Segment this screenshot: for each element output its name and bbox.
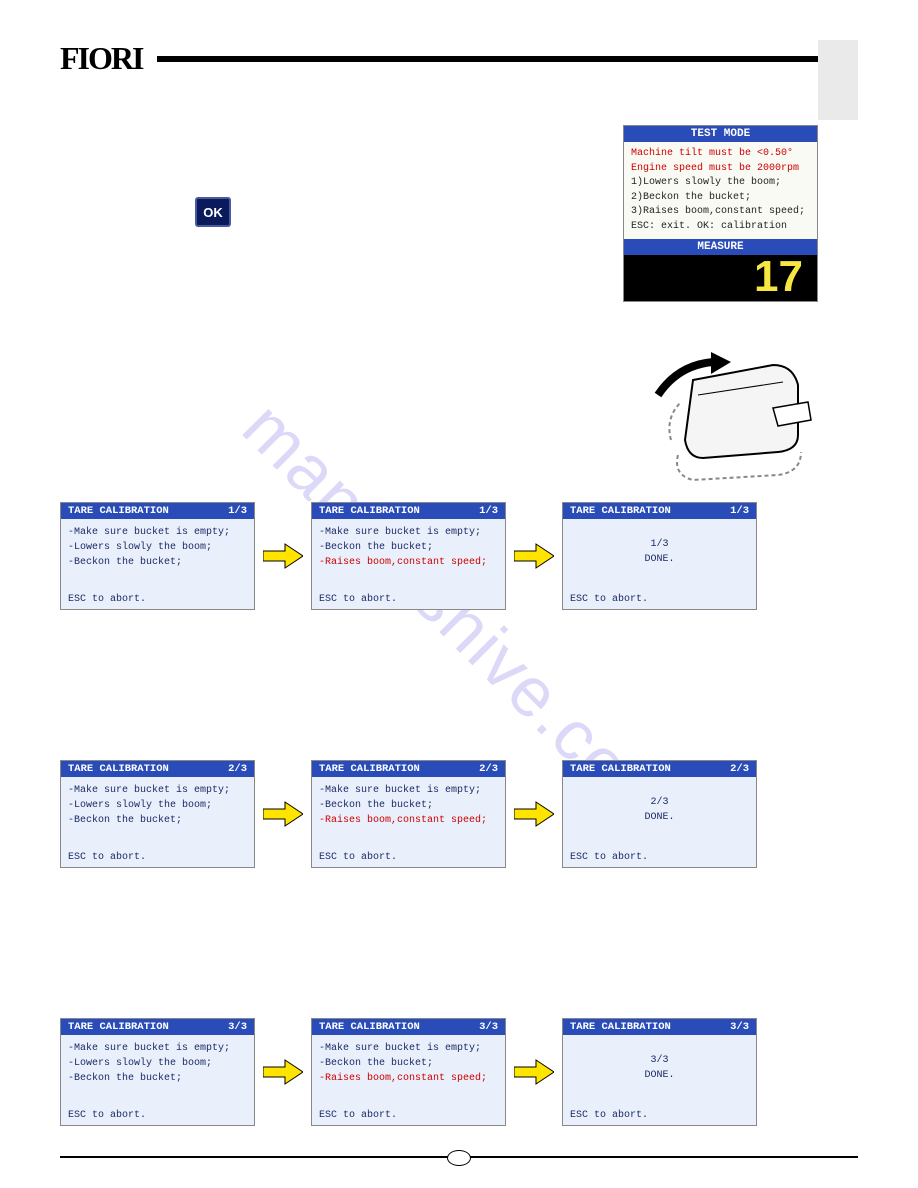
tare-screen: TARE CALIBRATION 2/3 2/3 DONE. ESC to abo…: [562, 760, 757, 868]
ts-line: -Beckon the bucket;: [68, 813, 247, 828]
ts-line: -Make sure bucket is empty;: [68, 1041, 247, 1056]
arrow-right-icon: [514, 801, 554, 827]
ts-title: TARE CALIBRATION: [319, 763, 420, 775]
tare-screen: TARE CALIBRATION 2/3 -Make sure bucket is…: [60, 760, 255, 868]
ts-center-line: 1/3: [570, 537, 749, 552]
tare-screen: TARE CALIBRATION 2/3 -Make sure bucket is…: [311, 760, 506, 868]
ts-title: TARE CALIBRATION: [68, 763, 169, 775]
ts-line: -Lowers slowly the boom;: [68, 540, 247, 555]
ts-line: -Beckon the bucket;: [68, 1071, 247, 1086]
ts-badge: 3/3: [730, 1021, 749, 1033]
ts-footer: ESC to abort.: [68, 852, 146, 863]
ts-line: -Raises boom,constant speed;: [319, 813, 498, 828]
ts-footer: ESC to abort.: [68, 1110, 146, 1121]
ts-badge: 2/3: [479, 763, 498, 775]
tare-section: TARE CALIBRATION 1/3 -Make sure bucket is…: [60, 502, 858, 1126]
tare-screen: TARE CALIBRATION 3/3 -Make sure bucket is…: [311, 1018, 506, 1126]
arrow-right-icon: [263, 1059, 303, 1085]
ts-badge: 1/3: [730, 505, 749, 517]
tare-screen: TARE CALIBRATION 3/3 3/3 DONE. ESC to abo…: [562, 1018, 757, 1126]
tare-row-3: TARE CALIBRATION 3/3 -Make sure bucket is…: [60, 1018, 858, 1126]
header-rule: [157, 56, 858, 62]
ts-center-line: DONE.: [570, 552, 749, 567]
ts-footer: ESC to abort.: [319, 1110, 397, 1121]
tare-row-2: TARE CALIBRATION 2/3 -Make sure bucket is…: [60, 760, 858, 868]
arrow-right-icon: [514, 1059, 554, 1085]
ts-title: TARE CALIBRATION: [319, 1021, 420, 1033]
brand-logo: FIORI: [60, 40, 142, 77]
ts-footer: ESC to abort.: [319, 852, 397, 863]
tm-line: 3)Raises boom,constant speed;: [631, 205, 810, 220]
ts-badge: 3/3: [479, 1021, 498, 1033]
tm-line: Engine speed must be 2000rpm: [631, 162, 810, 177]
tare-screen: TARE CALIBRATION 1/3 -Make sure bucket is…: [311, 502, 506, 610]
ts-badge: 1/3: [479, 505, 498, 517]
ok-button-icon: OK: [195, 197, 231, 227]
tare-screen: TARE CALIBRATION 1/3 -Make sure bucket is…: [60, 502, 255, 610]
ts-line: -Raises boom,constant speed;: [319, 555, 498, 570]
ts-line: -Make sure bucket is empty;: [319, 783, 498, 798]
test-mode-title: TEST MODE: [624, 126, 817, 142]
ts-title: TARE CALIBRATION: [68, 505, 169, 517]
ts-badge: 1/3: [228, 505, 247, 517]
ts-title: TARE CALIBRATION: [570, 505, 671, 517]
ts-center-line: 3/3: [570, 1053, 749, 1068]
ts-line: -Beckon the bucket;: [319, 798, 498, 813]
ts-line: -Raises boom,constant speed;: [319, 1071, 498, 1086]
ts-title: TARE CALIBRATION: [570, 1021, 671, 1033]
ts-line: -Lowers slowly the boom;: [68, 798, 247, 813]
tm-line: Machine tilt must be <0.50°: [631, 147, 810, 162]
ts-line: -Beckon the bucket;: [319, 540, 498, 555]
tare-screen: TARE CALIBRATION 3/3 -Make sure bucket is…: [60, 1018, 255, 1126]
ts-footer: ESC to abort.: [570, 1110, 648, 1121]
ts-badge: 2/3: [730, 763, 749, 775]
tare-screen: TARE CALIBRATION 1/3 1/3 DONE. ESC to abo…: [562, 502, 757, 610]
ts-badge: 3/3: [228, 1021, 247, 1033]
tm-line: ESC: exit. OK: calibration: [631, 220, 810, 235]
ts-footer: ESC to abort.: [68, 594, 146, 605]
footer-rule: [60, 1156, 858, 1158]
ts-title: TARE CALIBRATION: [319, 505, 420, 517]
arrow-right-icon: [514, 543, 554, 569]
page-footer: [60, 1156, 858, 1158]
test-mode-screen: TEST MODE Machine tilt must be <0.50° En…: [623, 125, 818, 302]
ts-badge: 2/3: [228, 763, 247, 775]
page-edge-tab: [818, 40, 858, 120]
ts-center-line: 2/3: [570, 795, 749, 810]
tm-line: 1)Lowers slowly the boom;: [631, 176, 810, 191]
tare-row-1: TARE CALIBRATION 1/3 -Make sure bucket is…: [60, 502, 858, 610]
ts-footer: ESC to abort.: [570, 594, 648, 605]
ts-center-line: DONE.: [570, 810, 749, 825]
tm-line: 2)Beckon the bucket;: [631, 191, 810, 206]
ts-center-line: DONE.: [570, 1068, 749, 1083]
ts-line: -Beckon the bucket;: [319, 1056, 498, 1071]
ts-footer: ESC to abort.: [570, 852, 648, 863]
ts-title: TARE CALIBRATION: [68, 1021, 169, 1033]
ts-line: -Make sure bucket is empty;: [319, 1041, 498, 1056]
ts-footer: ESC to abort.: [319, 594, 397, 605]
ts-line: -Make sure bucket is empty;: [68, 783, 247, 798]
test-mode-body: Machine tilt must be <0.50° Engine speed…: [624, 142, 817, 239]
ts-title: TARE CALIBRATION: [570, 763, 671, 775]
ts-line: -Beckon the bucket;: [68, 555, 247, 570]
measure-value: 17: [624, 255, 817, 301]
page-header: FIORI: [60, 40, 858, 77]
ts-line: -Make sure bucket is empty;: [319, 525, 498, 540]
arrow-right-icon: [263, 543, 303, 569]
ts-line: -Make sure bucket is empty;: [68, 525, 247, 540]
arrow-right-icon: [263, 801, 303, 827]
ts-line: -Lowers slowly the boom;: [68, 1056, 247, 1071]
bucket-beckon-illustration: [623, 340, 823, 490]
